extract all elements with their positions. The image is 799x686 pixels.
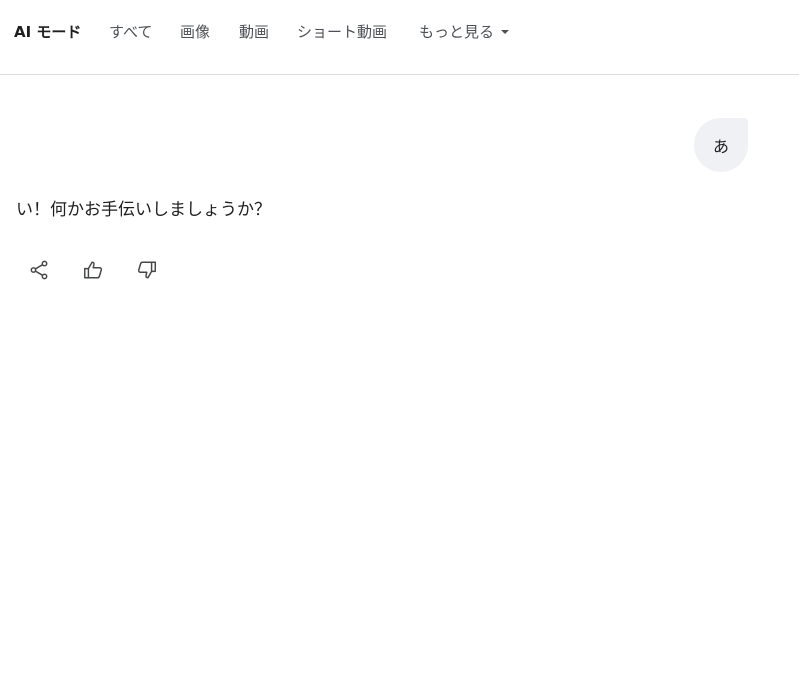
tab-label: 画像: [180, 23, 211, 41]
tab-all[interactable]: すべて: [109, 20, 152, 44]
user-message-bubble: あ: [694, 118, 748, 172]
tab-images[interactable]: 画像: [180, 20, 210, 44]
tab-short-videos[interactable]: ショート動画: [297, 20, 387, 44]
top-nav: AI モード すべて 画像 動画 ショート動画 もっと見る: [0, 0, 799, 75]
tab-label: ショート動画: [297, 23, 388, 41]
user-message-text: あ: [712, 137, 729, 156]
share-icon: [30, 260, 48, 280]
tab-label: AI モード: [14, 23, 82, 41]
tab-label: もっと見る: [419, 23, 495, 41]
tab-ai-mode[interactable]: AI モード: [14, 20, 81, 44]
thumbs-down-icon: [137, 261, 156, 279]
tab-more[interactable]: もっと見る: [419, 20, 510, 44]
share-button[interactable]: [23, 254, 55, 286]
thumbs-up-icon: [84, 261, 103, 279]
thumbs-down-button[interactable]: [131, 254, 163, 286]
tab-label: すべて: [109, 23, 153, 41]
thumbs-up-button[interactable]: [77, 254, 109, 286]
ai-reply-text: い！何かお手伝いしましょうか？: [16, 200, 271, 220]
tab-videos[interactable]: 動画: [239, 20, 269, 44]
tab-label: 動画: [239, 23, 270, 41]
caret-down-icon: [501, 29, 510, 34]
page: AI モード すべて 画像 動画 ショート動画 もっと見る あ い！何かお手伝い…: [0, 0, 799, 686]
